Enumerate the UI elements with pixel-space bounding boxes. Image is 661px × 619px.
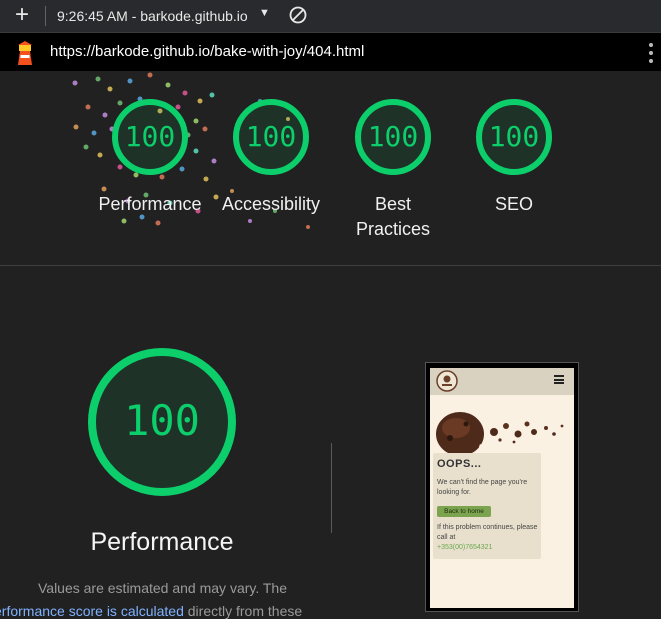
back-home-button[interactable]: Back to home: [437, 506, 491, 517]
gauge-performance[interactable]: 100: [110, 97, 190, 177]
score-calculator-link[interactable]: erformance score is calculated: [0, 603, 184, 619]
lighthouse-icon: [18, 41, 32, 65]
error-card: OOPS... We can't find the page you're lo…: [433, 453, 541, 559]
performance-description: Values are estimated and may vary. The: [37, 580, 287, 596]
preview-navbar: [430, 368, 574, 395]
browser-toolbar: + 9:26:45 AM - barkode.github.io ▼: [0, 0, 661, 33]
confetti-decoration: [72, 72, 310, 229]
gauge-accessibility[interactable]: 100: [231, 97, 311, 177]
performance-title: Performance: [90, 528, 234, 556]
gauge-label: Best Practices: [355, 194, 431, 239]
no-symbol-icon[interactable]: [289, 6, 307, 24]
help-text: If this problem continues, please call a…: [437, 524, 538, 541]
performance-description-line2: erformance score is calculated directly …: [0, 603, 302, 619]
description-text: directly from these: [183, 603, 303, 619]
score-value: 100: [488, 120, 540, 153]
toolbar-separator: [45, 6, 46, 26]
tab-title[interactable]: 9:26:45 AM - barkode.github.io: [57, 8, 257, 26]
score-value: 100: [124, 120, 176, 153]
gauge-label: Accessibility: [221, 194, 321, 214]
url-text[interactable]: https://barkode.github.io/bake-with-joy/…: [50, 43, 364, 60]
gauge-best-practices[interactable]: 100: [353, 97, 433, 177]
logo-icon: [436, 370, 458, 392]
phone-number: +353(00)7654321: [437, 544, 493, 551]
error-heading: OOPS...: [437, 458, 482, 470]
gauge-label: SEO: [494, 194, 533, 214]
kebab-menu-icon[interactable]: [648, 42, 654, 64]
error-text: We can't find the page you're looking fo…: [437, 479, 528, 496]
gauge-seo[interactable]: 100: [474, 97, 554, 177]
score-value: 100: [245, 120, 297, 153]
performance-score: 100: [124, 396, 200, 445]
score-value: 100: [367, 120, 419, 153]
section-divider: [0, 265, 661, 266]
address-bar: https://barkode.github.io/bake-with-joy/…: [0, 33, 661, 71]
final-screenshot[interactable]: OOPS... We can't find the page you're lo…: [425, 362, 579, 612]
performance-gauge-large: 100: [86, 346, 238, 498]
dropdown-caret-icon[interactable]: ▼: [259, 7, 270, 19]
vertical-divider: [331, 443, 332, 533]
hamburger-icon[interactable]: [554, 375, 564, 384]
new-tab-plus-icon[interactable]: +: [11, 3, 33, 27]
screenshot-page: OOPS... We can't find the page you're lo…: [430, 368, 574, 608]
